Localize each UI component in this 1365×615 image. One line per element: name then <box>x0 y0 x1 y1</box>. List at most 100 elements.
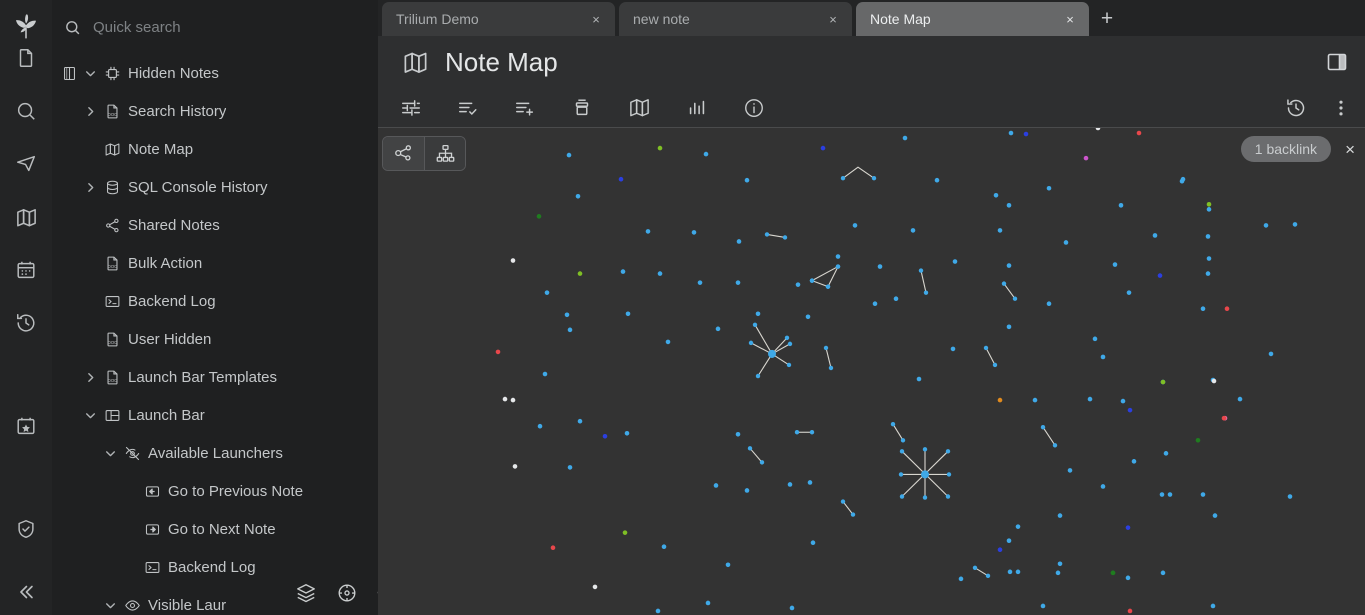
rail-jump-to-note-icon[interactable] <box>10 148 42 180</box>
inherited-attributes-button[interactable] <box>514 97 536 119</box>
graph-node[interactable] <box>662 544 667 549</box>
graph-node[interactable] <box>1058 561 1063 566</box>
graph-node[interactable] <box>578 271 583 276</box>
note-paths-button[interactable] <box>571 97 593 119</box>
note-map-canvas[interactable]: 1 backlink × <box>378 128 1365 615</box>
trilium-logo-icon[interactable] <box>9 9 43 43</box>
graph-node[interactable] <box>1132 459 1137 464</box>
graph-node[interactable] <box>1288 494 1293 499</box>
graph-node[interactable] <box>899 472 903 476</box>
graph-node[interactable] <box>658 146 663 151</box>
graph-node[interactable] <box>692 230 697 235</box>
graph-node[interactable] <box>1121 399 1126 404</box>
graph-node[interactable] <box>1225 306 1230 311</box>
rail-bookmarks-icon[interactable] <box>10 410 42 442</box>
graph-node[interactable] <box>1024 132 1029 137</box>
graph-node[interactable] <box>749 341 753 345</box>
graph-node[interactable] <box>1206 271 1211 276</box>
graph-node[interactable] <box>625 431 630 436</box>
graph-node[interactable] <box>783 235 787 239</box>
graph-node[interactable] <box>993 363 997 367</box>
graph-node[interactable] <box>1088 397 1093 402</box>
graph-node[interactable] <box>1053 443 1057 447</box>
graph-node[interactable] <box>795 430 799 434</box>
graph-node[interactable] <box>656 609 661 614</box>
graph-node[interactable] <box>538 424 543 429</box>
graph-node[interactable] <box>1238 397 1243 402</box>
graph-node[interactable] <box>1207 207 1212 212</box>
graph-node[interactable] <box>1113 262 1118 267</box>
tree-item-backend-log[interactable]: Backend Log <box>52 548 378 586</box>
graph-node[interactable] <box>496 350 501 355</box>
graph-node[interactable] <box>1213 513 1218 518</box>
note-info-button[interactable] <box>686 97 708 119</box>
owned-attributes-button[interactable] <box>457 97 479 119</box>
graph-node[interactable] <box>900 494 904 498</box>
graph-node[interactable] <box>1064 240 1069 245</box>
graph-node[interactable] <box>768 350 776 358</box>
graph-node[interactable] <box>1007 538 1012 543</box>
graph-node[interactable] <box>851 512 855 516</box>
graph-node[interactable] <box>511 258 516 263</box>
graph-node[interactable] <box>1201 492 1206 497</box>
graph-node[interactable] <box>568 328 573 333</box>
graph-node[interactable] <box>1264 223 1269 228</box>
graph-node[interactable] <box>788 482 793 487</box>
graph-node[interactable] <box>900 449 904 453</box>
graph-node[interactable] <box>760 460 764 464</box>
graph-node[interactable] <box>911 228 916 233</box>
graph-node[interactable] <box>753 323 757 327</box>
graph-node[interactable] <box>984 346 988 350</box>
graph-node[interactable] <box>1207 202 1212 207</box>
graph-node[interactable] <box>836 254 841 259</box>
graph-node[interactable] <box>511 398 516 403</box>
graph-node[interactable] <box>951 347 956 352</box>
graph-node[interactable] <box>1222 416 1227 421</box>
graph-node[interactable] <box>1137 131 1142 136</box>
graph-node[interactable] <box>836 264 840 268</box>
graph-node[interactable] <box>1041 604 1046 609</box>
graph-node[interactable] <box>545 290 550 295</box>
graph-node[interactable] <box>666 340 671 345</box>
link-map-toggle[interactable] <box>383 137 424 170</box>
graph-node[interactable] <box>1084 156 1089 161</box>
graph-node[interactable] <box>1056 571 1061 576</box>
graph-node[interactable] <box>621 269 626 274</box>
graph-node[interactable] <box>1128 609 1133 614</box>
graph-node[interactable] <box>626 311 631 316</box>
graph-node[interactable] <box>593 585 598 590</box>
graph-node[interactable] <box>1128 408 1133 413</box>
chevron-down-icon[interactable] <box>100 599 120 612</box>
tab-2[interactable]: Note Map× <box>856 2 1089 36</box>
rail-recent-changes-icon[interactable] <box>10 307 42 339</box>
graph-node[interactable] <box>1002 281 1006 285</box>
graph-node[interactable] <box>623 530 628 535</box>
graph-node[interactable] <box>994 193 999 198</box>
graph-node[interactable] <box>1160 492 1165 497</box>
chevron-right-icon[interactable] <box>80 371 100 384</box>
graph-node[interactable] <box>1096 128 1101 130</box>
backlink-count-badge[interactable]: 1 backlink <box>1241 136 1331 162</box>
graph-node[interactable] <box>714 483 719 488</box>
graph-node[interactable] <box>745 178 750 183</box>
graph-node[interactable] <box>736 280 741 285</box>
rail-note-map-icon[interactable] <box>10 201 42 233</box>
tab-close-icon[interactable]: × <box>1061 10 1079 28</box>
graph-node[interactable] <box>1206 234 1211 239</box>
chevron-right-icon[interactable] <box>80 105 100 118</box>
tree-item-bulk-action[interactable]: DOCBulk Action <box>52 244 378 282</box>
graph-node[interactable] <box>917 377 922 382</box>
graph-node[interactable] <box>829 366 833 370</box>
note-map-button[interactable] <box>628 96 651 119</box>
graph-node[interactable] <box>1041 425 1045 429</box>
graph-node[interactable] <box>873 301 878 306</box>
graph-node[interactable] <box>1016 524 1021 529</box>
graph-node[interactable] <box>841 176 845 180</box>
graph-node[interactable] <box>806 314 811 319</box>
tree-item-search-history[interactable]: DOCSearch History <box>52 92 378 130</box>
graph-node[interactable] <box>810 278 814 282</box>
graph-node[interactable] <box>1126 525 1131 530</box>
graph-node[interactable] <box>921 470 929 478</box>
graph-node[interactable] <box>1211 604 1216 609</box>
graph-node[interactable] <box>1196 438 1201 443</box>
